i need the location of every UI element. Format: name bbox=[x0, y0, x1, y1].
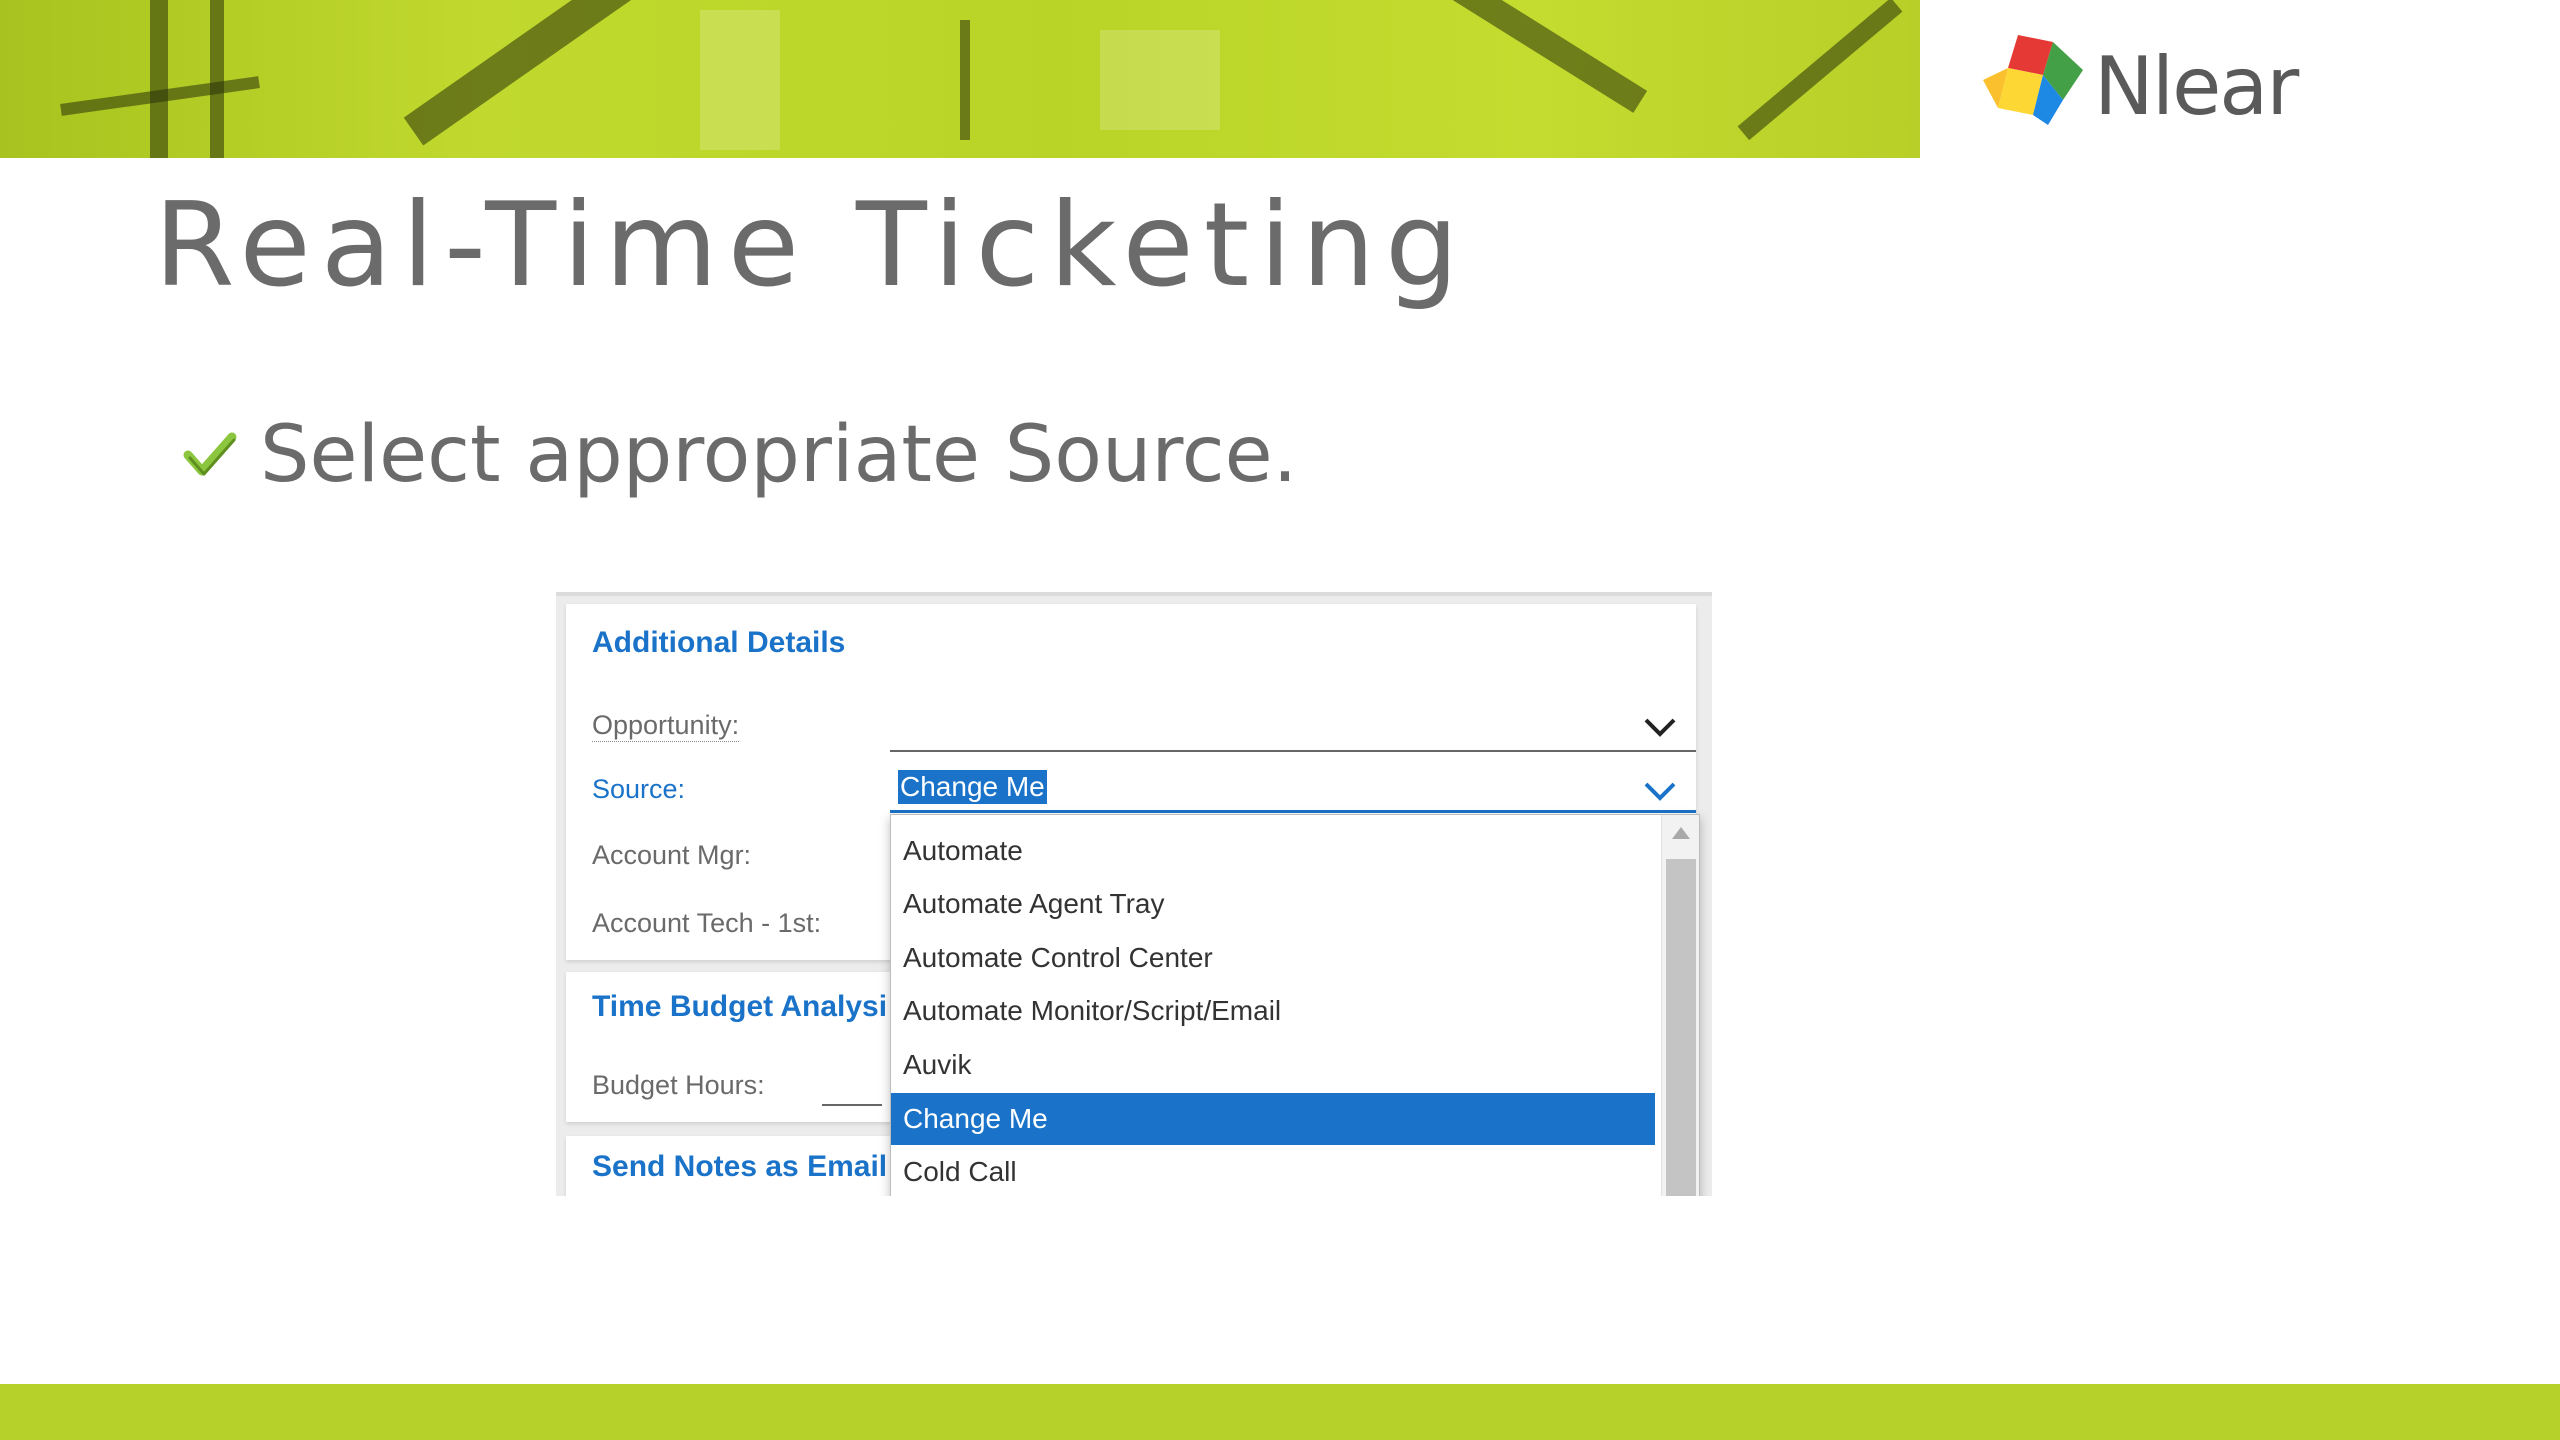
nlear-logo-icon bbox=[1983, 35, 2083, 125]
company-logo: Nlear bbox=[1978, 30, 2299, 140]
opportunity-select[interactable] bbox=[890, 750, 1696, 752]
budget-hours-label: Budget Hours: bbox=[592, 1070, 765, 1100]
dropdown-option[interactable]: Automate Agent Tray bbox=[891, 878, 1655, 930]
time-budget-title: Time Budget Analysi bbox=[592, 990, 888, 1023]
source-label: Source: bbox=[592, 774, 686, 804]
bullet-text: Select appropriate Source. bbox=[260, 410, 1298, 500]
dropdown-option[interactable]: Auvik bbox=[891, 1039, 1655, 1091]
additional-details-title: Additional Details bbox=[592, 626, 846, 659]
dropdown-scrollbar[interactable] bbox=[1661, 815, 1699, 1196]
chevron-down-icon[interactable] bbox=[1642, 780, 1678, 804]
chevron-down-icon[interactable] bbox=[1642, 716, 1678, 740]
dropdown-option[interactable]: Automate bbox=[891, 825, 1655, 877]
account-mgr-label: Account Mgr: bbox=[592, 840, 752, 870]
banner-graphic bbox=[1412, 0, 1648, 113]
dropdown-option[interactable]: Cold Call bbox=[891, 1146, 1655, 1196]
checkmark-icon bbox=[183, 432, 237, 476]
dropdown-option[interactable]: Automate Monitor/Script/Email bbox=[891, 985, 1655, 1037]
scroll-up-arrow-icon[interactable] bbox=[1672, 827, 1690, 839]
banner-graphic bbox=[1737, 0, 1903, 141]
account-tech-label: Account Tech - 1st: bbox=[592, 908, 822, 938]
scroll-thumb[interactable] bbox=[1666, 859, 1696, 1196]
source-select-value[interactable]: Change Me bbox=[898, 770, 1047, 804]
banner-graphic bbox=[960, 20, 970, 140]
send-notes-title: Send Notes as Email bbox=[592, 1150, 888, 1183]
banner-graphic bbox=[1100, 30, 1220, 130]
bullet-item: Select appropriate Source. bbox=[182, 405, 1297, 505]
logo-wordmark: Nlear bbox=[2094, 40, 2299, 133]
source-dropdown-list[interactable]: Automate Automate Agent Tray Automate Co… bbox=[890, 814, 1700, 1196]
footer-band bbox=[0, 1384, 2560, 1440]
banner-graphic bbox=[700, 10, 780, 150]
dropdown-option-selected[interactable]: Change Me bbox=[891, 1093, 1655, 1145]
opportunity-label: Opportunity: bbox=[592, 710, 740, 742]
dropdown-option[interactable]: Automate Control Center bbox=[891, 932, 1655, 984]
slide-title: Real-Time Ticketing bbox=[154, 178, 1469, 313]
embedded-screenshot: Additional Details Opportunity: Source: … bbox=[556, 592, 1712, 1196]
budget-hours-input[interactable] bbox=[822, 1104, 882, 1106]
banner-graphic bbox=[403, 0, 637, 146]
banner-graphic bbox=[150, 0, 168, 158]
source-select[interactable] bbox=[890, 810, 1696, 813]
header-banner bbox=[0, 0, 1920, 158]
banner-graphic bbox=[210, 0, 224, 158]
